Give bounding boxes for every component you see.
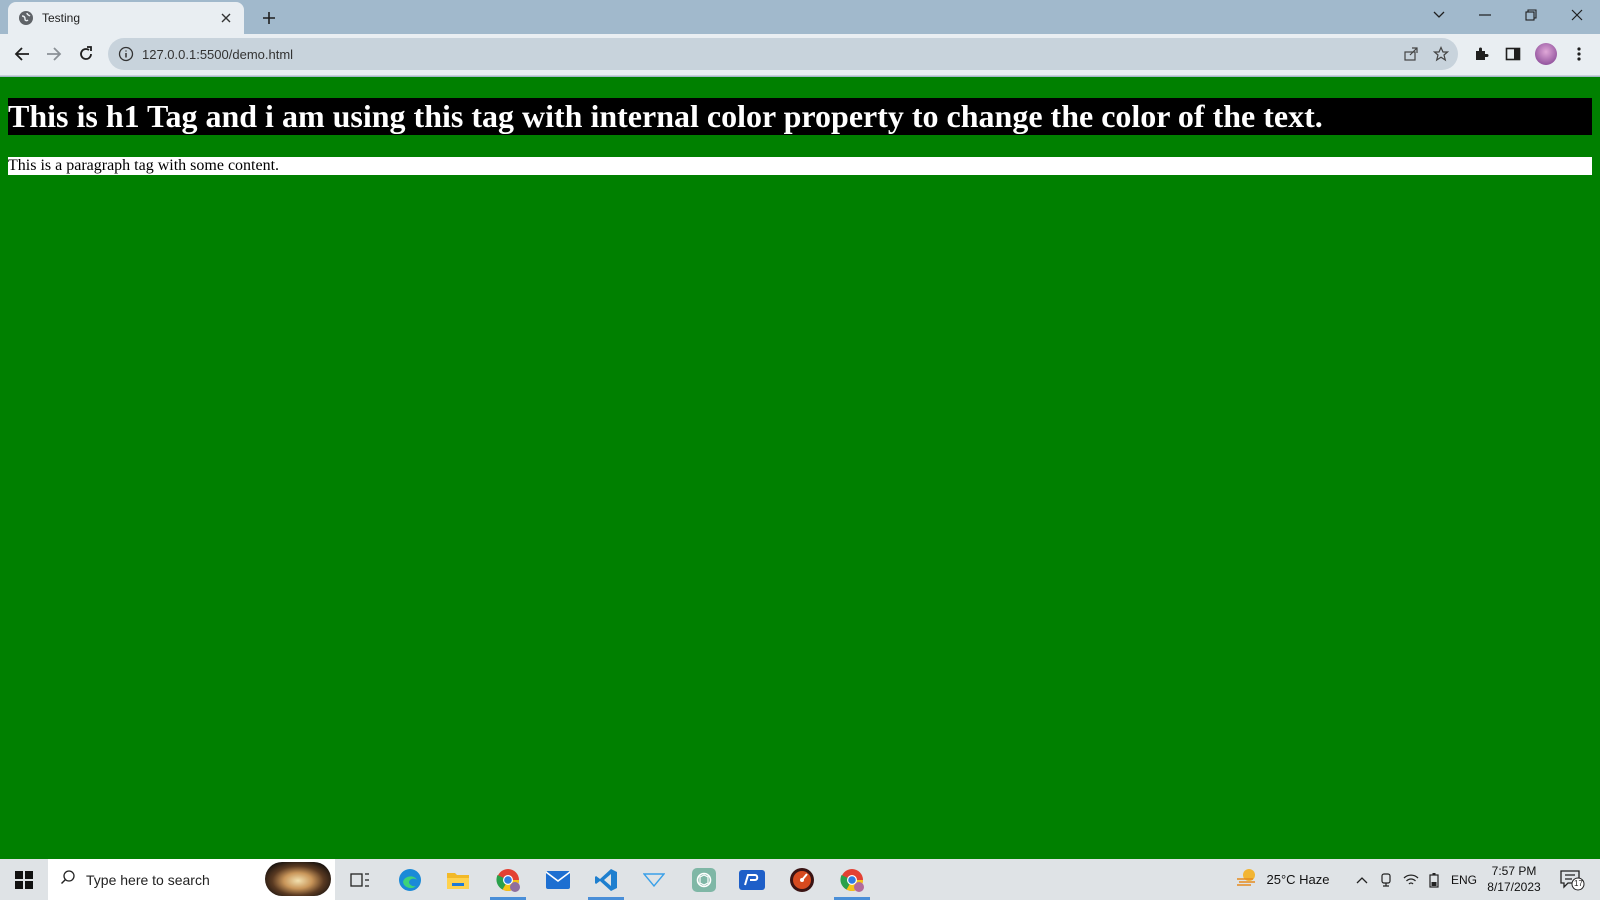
weather-text: 25°C Haze (1266, 872, 1330, 887)
reload-icon[interactable] (71, 39, 101, 69)
restore-icon[interactable] (1508, 0, 1554, 30)
url-text: 127.0.0.1:5500/demo.html (142, 46, 294, 62)
browser-tab[interactable]: Testing (8, 2, 244, 34)
haze-weather-icon (1236, 867, 1258, 892)
address-bar[interactable]: 127.0.0.1:5500/demo.html (108, 38, 1458, 70)
title-bar: Testing (0, 0, 1600, 34)
page-paragraph: This is a paragraph tag with some conten… (8, 157, 1592, 175)
taskbar: Type here to search 25°C Haze ENG 7:57 P… (0, 859, 1600, 900)
language-indicator[interactable]: ENG (1448, 859, 1480, 900)
profile-avatar[interactable] (1531, 39, 1561, 69)
close-window-icon[interactable] (1554, 0, 1600, 30)
language-text: ENG (1450, 872, 1477, 887)
edge-icon[interactable] (386, 859, 434, 900)
avatar (1535, 43, 1557, 65)
meet-now-icon[interactable] (1376, 859, 1396, 900)
share-icon[interactable] (1398, 41, 1424, 67)
taskbar-search[interactable]: Type here to search (48, 859, 335, 900)
info-icon[interactable] (118, 46, 134, 62)
search-placeholder: Type here to search (86, 871, 210, 888)
blue-app-icon[interactable] (728, 859, 776, 900)
wifi-icon[interactable] (1400, 859, 1422, 900)
mail-icon[interactable] (534, 859, 582, 900)
page-heading: This is h1 Tag and i am using this tag w… (8, 98, 1592, 135)
page-viewport: This is h1 Tag and i am using this tag w… (0, 77, 1600, 859)
close-tab-icon[interactable] (218, 10, 234, 26)
file-explorer-icon[interactable] (434, 859, 482, 900)
menu-dots-icon[interactable] (1564, 39, 1594, 69)
notification-count: 17 (1574, 879, 1583, 888)
new-tab-button[interactable] (257, 6, 281, 30)
chatgpt-icon[interactable] (680, 859, 728, 900)
bookmark-star-icon[interactable] (1428, 41, 1454, 67)
browser-toolbar: 127.0.0.1:5500/demo.html (0, 34, 1600, 76)
chrome-icon[interactable] (828, 859, 876, 900)
globe-icon (18, 10, 34, 26)
notifications-icon[interactable]: 17 (1552, 859, 1592, 900)
minimize-icon[interactable] (1462, 0, 1508, 30)
search-highlight-image (265, 862, 331, 896)
extensions-icon[interactable] (1466, 39, 1496, 69)
back-icon[interactable] (7, 39, 37, 69)
clock[interactable]: 7:57 PM 8/17/2023 (1483, 863, 1545, 895)
side-panel-icon[interactable] (1498, 39, 1528, 69)
forward-icon[interactable] (39, 39, 69, 69)
time-text: 7:57 PM (1491, 864, 1537, 878)
windows-start-icon[interactable] (0, 859, 48, 900)
weather-widget[interactable]: 25°C Haze (1228, 859, 1338, 900)
tab-search-icon[interactable] (1416, 0, 1462, 30)
media-app-icon[interactable] (778, 859, 826, 900)
filter-app-icon[interactable] (630, 859, 678, 900)
chrome-profile-icon[interactable] (484, 859, 532, 900)
tab-title: Testing (42, 11, 81, 25)
vs-code-icon[interactable] (582, 859, 630, 900)
task-view-icon[interactable] (336, 859, 384, 900)
show-hidden-icons-icon[interactable] (1352, 859, 1372, 900)
date-text: 8/17/2023 (1487, 880, 1541, 894)
battery-icon[interactable] (1424, 859, 1444, 900)
search-icon (60, 869, 76, 890)
